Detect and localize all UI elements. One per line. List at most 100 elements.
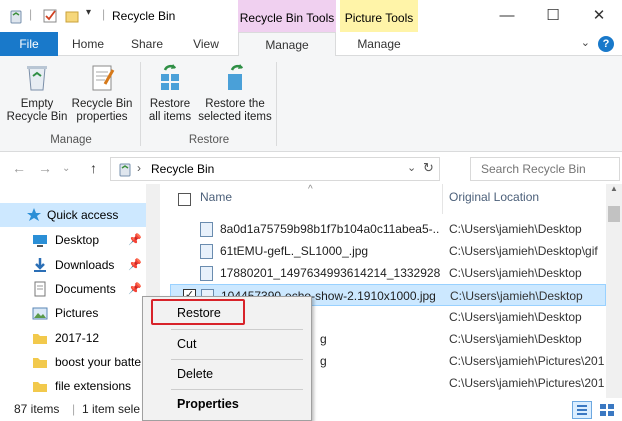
nav-label: Quick access <box>47 208 119 222</box>
recycle-bin-properties-button[interactable]: Recycle Bin properties <box>70 60 134 124</box>
scroll-up-icon[interactable]: ▲ <box>610 184 618 193</box>
window-title: Recycle Bin <box>112 9 176 23</box>
menu-item-properties[interactable]: Properties <box>143 391 311 417</box>
qat-dropdown-icon[interactable]: ▾ <box>86 7 91 18</box>
restore-selected-items-button[interactable]: Restore the selected items <box>198 60 272 124</box>
file-list-scrollbar[interactable]: ▲ <box>606 184 622 398</box>
search-input[interactable] <box>471 158 619 180</box>
empty-recycle-bin-label-2: Recycle Bin <box>6 111 68 123</box>
empty-recycle-bin-icon <box>20 60 54 94</box>
navigation-pane: Quick access Desktop 📌 Downloads 📌 Docum… <box>0 184 160 398</box>
tab-view[interactable]: View <box>180 32 232 56</box>
picture-tools-group: Picture Tools <box>340 0 418 32</box>
restore-all-icon <box>153 60 187 94</box>
properties-icon <box>85 60 119 94</box>
pin-icon[interactable]: 📌 <box>128 277 142 301</box>
recycle-bin-address-icon <box>117 161 133 180</box>
menu-item-cut[interactable]: Cut <box>143 331 311 357</box>
maximize-button[interactable]: ☐ <box>530 0 576 32</box>
tab-manage-recycle-bin[interactable]: Manage <box>238 32 336 57</box>
tab-manage-picture[interactable]: Manage <box>340 32 418 56</box>
tab-share[interactable]: Share <box>120 32 174 56</box>
column-header-name[interactable]: Name <box>200 190 232 204</box>
documents-icon <box>32 281 48 297</box>
restore-selected-icon <box>218 60 252 94</box>
restore-selected-label-1: Restore the <box>205 98 265 110</box>
address-dropdown-icon[interactable]: ⌄ <box>407 161 416 174</box>
file-location: C:\Users\jamieh\Pictures\201 <box>449 376 605 390</box>
file-location: C:\Users\jamieh\Desktop <box>449 266 582 280</box>
select-all-checkbox[interactable] <box>178 193 191 206</box>
pin-icon[interactable]: 📌 <box>128 253 142 277</box>
title-divider: | <box>102 7 106 21</box>
details-view-icon[interactable] <box>572 401 592 419</box>
breadcrumb[interactable]: Recycle Bin <box>151 162 214 176</box>
file-location: C:\Users\jamieh\Desktop <box>450 289 583 303</box>
status-divider: | <box>72 402 76 416</box>
nav-label: Desktop <box>55 233 100 247</box>
restore-all-items-button[interactable]: Restore all items <box>144 60 196 124</box>
item-count: 87 items <box>14 402 60 416</box>
help-icon[interactable]: ? <box>598 36 614 52</box>
nav-item-file-extensions[interactable]: file extensions <box>0 374 146 398</box>
selection-count: 1 item sele <box>82 402 141 416</box>
properties-label-1: Recycle Bin <box>71 98 133 110</box>
tab-file[interactable]: File <box>0 32 58 56</box>
download-icon <box>32 257 48 273</box>
file-location: C:\Users\jamieh\Desktop <box>449 310 582 324</box>
nav-item-boost-your-battery[interactable]: boost your batte <box>0 350 146 374</box>
table-row[interactable]: 61tEMU-gefL._SL1000_.jpg C:\Users\jamieh… <box>170 240 606 262</box>
nav-item-pictures[interactable]: Pictures <box>0 301 146 325</box>
nav-item-quick-access[interactable]: Quick access <box>0 203 146 227</box>
title-bar: | ▾ | Recycle Bin Recycle Bin Tools Pict… <box>0 0 622 32</box>
nav-item-desktop[interactable]: Desktop 📌 <box>0 228 146 252</box>
pin-icon[interactable]: 📌 <box>128 228 142 252</box>
nav-label: 2017-12 <box>55 331 100 345</box>
nav-item-2017-12[interactable]: 2017-12 <box>0 326 146 350</box>
refresh-icon[interactable]: ↻ <box>423 160 434 176</box>
table-row[interactable]: 8a0d1a75759b98b1f7b104a0c11abea5-... C:\… <box>170 218 606 240</box>
nav-item-documents[interactable]: Documents 📌 <box>0 277 146 301</box>
recycle-bin-tools-group: Recycle Bin Tools <box>238 0 336 32</box>
back-arrow-icon[interactable]: ← <box>12 160 26 176</box>
scrollbar-thumb[interactable] <box>608 206 620 222</box>
new-folder-qat-icon[interactable] <box>64 8 80 24</box>
address-bar[interactable]: › Recycle Bin ⌄ ↻ <box>110 157 440 181</box>
ribbon: Empty Recycle Bin Recycle Bin properties… <box>0 56 622 152</box>
image-file-icon <box>200 266 213 281</box>
menu-item-delete[interactable]: Delete <box>143 361 311 387</box>
context-menu: Restore Cut Delete Properties <box>142 296 312 421</box>
empty-recycle-bin-button[interactable]: Empty Recycle Bin <box>6 60 68 124</box>
nav-label: file extensions <box>55 379 132 393</box>
qat-divider: | <box>29 7 33 21</box>
menu-separator <box>171 389 303 390</box>
forward-arrow-icon[interactable]: → <box>38 160 52 176</box>
menu-item-restore[interactable]: Restore <box>143 300 311 326</box>
nav-label: Downloads <box>55 258 115 272</box>
large-icons-view-icon[interactable] <box>598 402 616 418</box>
close-button[interactable]: ✕ <box>576 0 622 32</box>
folder-icon <box>32 378 48 394</box>
column-header-original-location[interactable]: Original Location <box>449 190 539 204</box>
recent-locations-icon[interactable]: ⌄ <box>62 163 70 174</box>
table-row[interactable]: 17880201_1497634993614214_1332928... C:\… <box>170 262 606 284</box>
chevron-down-icon[interactable]: ⌄ <box>581 36 590 49</box>
sort-caret-icon: ^ <box>308 184 313 195</box>
file-location: C:\Users\jamieh\Desktop <box>449 222 582 236</box>
properties-qat-icon[interactable] <box>42 8 58 24</box>
breadcrumb-chevron-icon[interactable]: › <box>137 161 141 175</box>
file-location: C:\Users\jamieh\Desktop <box>449 332 582 346</box>
navigation-bar: ← → ⌄ ↑ › Recycle Bin ⌄ ↻ <box>0 152 622 184</box>
ribbon-group-divider-2 <box>276 62 277 146</box>
nav-item-downloads[interactable]: Downloads 📌 <box>0 253 146 277</box>
up-arrow-icon[interactable]: ↑ <box>90 160 97 176</box>
tab-home[interactable]: Home <box>62 32 114 56</box>
folder-icon <box>32 354 48 370</box>
column-divider[interactable] <box>442 184 443 214</box>
minimize-button[interactable]: — <box>484 0 530 32</box>
restore-all-label-1: Restore <box>149 98 191 110</box>
restore-all-label-2: all items <box>148 111 192 123</box>
restore-selected-label-2: selected items <box>198 111 272 123</box>
search-box[interactable] <box>470 157 620 181</box>
ribbon-group-divider <box>140 62 141 146</box>
